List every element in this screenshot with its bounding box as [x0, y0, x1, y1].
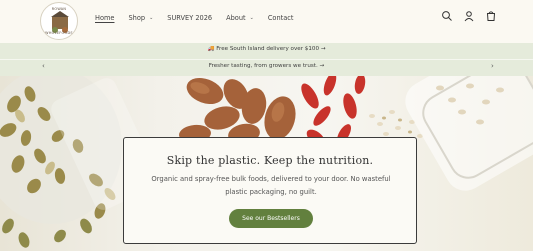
logo-bottom-text: WHOLEFOODS — [45, 31, 73, 35]
nav-contact-label: Contact — [267, 14, 294, 22]
bestsellers-button[interactable]: See our Bestsellers — [229, 209, 313, 228]
nav-about[interactable]: About ⌄ — [226, 11, 254, 25]
nav-contact[interactable]: Contact — [268, 11, 294, 25]
nav-shop-label: Shop — [128, 14, 146, 22]
site-header: ROWAN WHOLEFOODS Home Shop ⌄ SURVEY 2026 … — [0, 0, 533, 43]
main-nav: Home Shop ⌄ SURVEY 2026 About ⌄ Contact — [95, 11, 307, 25]
logo[interactable]: ROWAN WHOLEFOODS — [40, 2, 78, 40]
nav-survey[interactable]: SURVEY 2026 — [167, 11, 212, 25]
search-icon[interactable] — [441, 10, 453, 22]
cart-icon[interactable] — [485, 10, 497, 22]
announcement-divider — [0, 59, 533, 60]
nav-home-label: Home — [95, 14, 115, 22]
nav-survey-label: SURVEY 2026 — [167, 14, 213, 22]
next-announcement-button[interactable]: › — [491, 62, 494, 70]
nav-shop[interactable]: Shop ⌄ — [128, 11, 153, 25]
announcement-delivery[interactable]: 🚚 Free South Island delivery over $100 → — [0, 46, 533, 52]
hero-subtitle: Organic and spray-free bulk foods, deliv… — [151, 175, 391, 196]
chevron-down-icon: ⌄ — [149, 15, 154, 21]
nav-about-label: About — [226, 14, 246, 22]
nav-home[interactable]: Home — [95, 11, 114, 25]
hero-title: Skip the plastic. Keep the nutrition. — [166, 154, 374, 167]
account-icon[interactable] — [463, 10, 475, 22]
chevron-down-icon: ⌄ — [249, 15, 254, 21]
announcement-tagline[interactable]: Fresher tasting, from growers we trust. … — [0, 63, 533, 69]
announcement-bar: 🚚 Free South Island delivery over $100 →… — [0, 43, 533, 76]
header-icons — [441, 10, 497, 22]
hero-card: Skip the plastic. Keep the nutrition. Or… — [123, 137, 417, 244]
hero-banner: Skip the plastic. Keep the nutrition. Or… — [0, 76, 533, 251]
